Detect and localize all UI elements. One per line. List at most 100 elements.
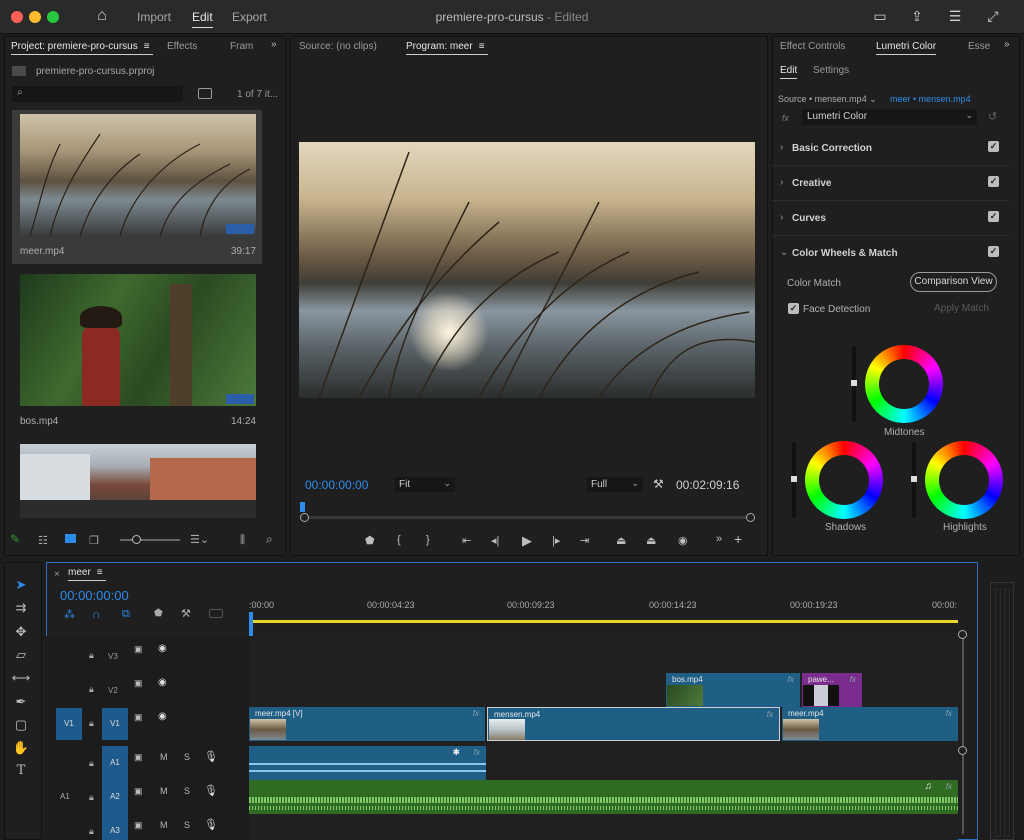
timeline-vertical-scrollbar[interactable]	[958, 628, 968, 840]
fit-select[interactable]: Fit ⌄	[395, 477, 455, 492]
ripple-edit-tool-icon[interactable]: ✥	[8, 624, 34, 642]
clip-mensen[interactable]: mensen.mp4 fx	[487, 707, 780, 741]
mute-button[interactable]: M	[160, 752, 168, 762]
monitor-scrubber[interactable]	[305, 516, 751, 519]
sync-lock-icon[interactable]: ▣	[134, 678, 143, 689]
tab-frame[interactable]: Fram	[230, 41, 253, 52]
solo-button[interactable]: S	[184, 786, 190, 796]
clip-thumbnail[interactable]	[20, 444, 256, 518]
curves-checkbox[interactable]: ✓	[988, 211, 999, 222]
more-tabs-icon[interactable]: »	[1004, 39, 1010, 50]
tab-lumetri-settings[interactable]: Settings	[813, 65, 849, 76]
sync-lock-icon[interactable]: ▣	[134, 712, 143, 723]
type-tool-icon[interactable]: T	[8, 763, 34, 781]
solo-button[interactable]: S	[184, 752, 190, 762]
zoom-slider[interactable]	[120, 535, 180, 544]
reset-icon[interactable]: ↺	[988, 110, 997, 123]
tab-project[interactable]: Project: premiere-pro-cursus ≡	[11, 41, 153, 55]
panel-layout-icon[interactable]: ▭	[871, 8, 889, 24]
export-frame-icon[interactable]: ◉	[678, 534, 688, 547]
source-patch-a1[interactable]: A1	[60, 792, 70, 801]
go-to-in-icon[interactable]: ⇤	[462, 534, 471, 547]
microphone-icon[interactable]: 🎙︎	[204, 818, 218, 831]
workspaces-menu-icon[interactable]: ☰	[946, 8, 964, 24]
freeform-view-icon[interactable]: ❐	[89, 534, 99, 547]
go-to-out-icon[interactable]: ⇥	[580, 534, 589, 547]
microphone-icon[interactable]: 🎙︎	[204, 750, 218, 763]
more-tabs-icon[interactable]: »	[271, 39, 277, 50]
find-icon[interactable]: ⌕	[266, 532, 273, 547]
add-marker-icon[interactable]: ⬟	[154, 608, 163, 619]
out-handle[interactable]	[746, 513, 755, 522]
hand-tool-icon[interactable]: ✋	[8, 740, 34, 758]
highlights-slider[interactable]	[911, 442, 917, 518]
lock-icon[interactable]: 🔒︎	[89, 650, 94, 661]
in-handle[interactable]	[300, 513, 309, 522]
quality-select[interactable]: Full ⌄	[587, 477, 643, 492]
mute-button[interactable]: M	[160, 786, 168, 796]
track-target-a3[interactable]: A3	[102, 814, 128, 840]
automate-icon[interactable]: ⫼	[240, 534, 245, 547]
audio-clip-a2[interactable]: fx ♫	[249, 780, 958, 814]
shadows-slider[interactable]	[791, 442, 797, 518]
slip-tool-icon[interactable]: ⟷	[8, 670, 34, 688]
source-clip-select[interactable]: Source • mensen.mp4 ⌄	[778, 94, 877, 105]
lift-icon[interactable]: ⏏	[616, 534, 626, 547]
effect-select[interactable]: Lumetri Color ⌄	[802, 109, 977, 125]
lock-icon[interactable]: 🔒︎	[89, 718, 94, 729]
snap-icon[interactable]: ∩	[92, 607, 101, 621]
face-detection-checkbox[interactable]: ✓	[788, 303, 799, 314]
shadows-wheel[interactable]	[805, 441, 883, 519]
clip-meer-v[interactable]: meer.mp4 [V] fx	[249, 707, 485, 741]
monitor-playhead[interactable]	[300, 502, 305, 512]
creative-checkbox[interactable]: ✓	[988, 176, 999, 187]
close-sequence-icon[interactable]: ×	[54, 569, 60, 580]
linked-selection-icon[interactable]: ⧉	[122, 608, 130, 621]
share-icon[interactable]: ⇪	[908, 8, 926, 24]
basic-correction-checkbox[interactable]: ✓	[988, 141, 999, 152]
fullscreen-icon[interactable]: ⤢	[984, 8, 1002, 24]
tab-source[interactable]: Source: (no clips)	[299, 41, 377, 52]
source-patch-v1[interactable]: V1	[56, 708, 82, 740]
pencil-icon[interactable]: ✎	[10, 532, 20, 546]
track-select-tool-icon[interactable]: ⇉	[8, 600, 34, 618]
tab-lumetri-edit[interactable]: Edit	[780, 65, 798, 79]
clip-pawe[interactable]: pawe... fx	[802, 673, 862, 707]
razor-tool-icon[interactable]: ▱	[8, 647, 34, 665]
tab-essential[interactable]: Essen	[968, 41, 990, 52]
tab-effects[interactable]: Effects	[167, 41, 197, 52]
eye-icon[interactable]: ◉	[158, 643, 167, 654]
lock-icon[interactable]: 🔒︎	[89, 792, 94, 803]
tab-program[interactable]: Program: meer ≡	[406, 41, 488, 55]
clip-bos[interactable]: bos.mp4 fx	[666, 673, 800, 707]
eye-icon[interactable]: ◉	[158, 677, 167, 688]
audio-clip-a1[interactable]: fx ✱	[249, 746, 486, 780]
new-bin-icon[interactable]	[198, 88, 212, 99]
track-target-a1[interactable]: A1	[102, 746, 128, 780]
work-area-bar[interactable]	[249, 620, 958, 623]
lock-icon[interactable]: 🔒︎	[89, 826, 94, 837]
track-target-a2[interactable]: A2	[102, 780, 128, 814]
settings-wrench-icon[interactable]: ⚒	[653, 477, 664, 491]
clip-meer[interactable]: meer.mp4 fx	[782, 707, 958, 741]
list-item[interactable]: bos.mp4 14:24	[12, 270, 262, 430]
tab-sequence[interactable]: meer ≡	[68, 567, 106, 581]
program-timecode[interactable]: 00:00:00:00	[305, 478, 368, 492]
mark-in-icon[interactable]: {	[397, 534, 401, 546]
icon-view-icon[interactable]	[65, 534, 76, 543]
search-input[interactable]: ⌕	[12, 86, 183, 102]
section-color-wheels[interactable]: ⌄ Color Wheels & Match	[772, 237, 1010, 271]
midtones-wheel[interactable]	[865, 345, 943, 423]
mute-button[interactable]: M	[160, 820, 168, 830]
section-basic-correction[interactable]: › Basic Correction	[772, 132, 1010, 166]
add-button-icon[interactable]: +	[734, 531, 742, 547]
sync-lock-icon[interactable]: ▣	[134, 644, 143, 655]
color-wheels-checkbox[interactable]: ✓	[988, 246, 999, 257]
list-view-icon[interactable]: ☷	[38, 534, 48, 547]
microphone-icon[interactable]: 🎙︎	[204, 784, 218, 797]
selection-tool-icon[interactable]: ➤	[8, 577, 34, 595]
section-creative[interactable]: › Creative	[772, 167, 1010, 201]
sync-lock-icon[interactable]: ▣	[134, 786, 143, 797]
add-marker-icon[interactable]: ⬟	[365, 534, 375, 547]
extract-icon[interactable]: ⏏	[646, 534, 656, 547]
